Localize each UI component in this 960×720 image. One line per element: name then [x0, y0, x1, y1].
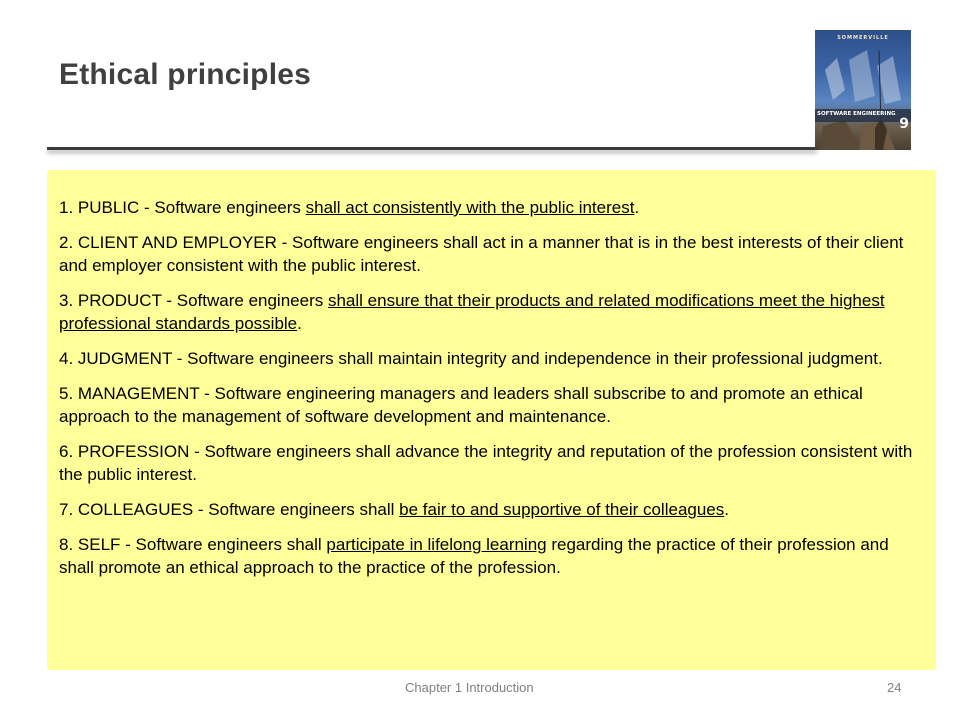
principle-text: 5. MANAGEMENT - Software engineering man… [59, 384, 863, 426]
principle-text: 3. PRODUCT - Software engineers [59, 291, 328, 310]
principle-text: 2. CLIENT AND EMPLOYER - Software engine… [59, 233, 904, 275]
principle-item-colleagues: 7. COLLEAGUES - Software engineers shall… [59, 498, 916, 521]
principle-underlined-text: shall act consistently with the public i… [305, 198, 635, 217]
book-edition: 9 [899, 116, 909, 132]
principle-text: 4. JUDGMENT - Software engineers shall m… [59, 349, 883, 368]
principle-item-profession: 6. PROFESSION - Software engineers shall… [59, 440, 916, 486]
principle-item-management: 5. MANAGEMENT - Software engineering man… [59, 382, 916, 428]
title-divider [47, 147, 817, 150]
book-cover-image: SOMMERVILLE SOFTWARE ENGINEERING 9 [815, 30, 911, 150]
footer-chapter-label: Chapter 1 Introduction [405, 680, 534, 695]
footer-page-number: 24 [887, 680, 902, 695]
principles-list: 1. PUBLIC - Software engineers shall act… [47, 170, 936, 579]
principle-text: 6. PROFESSION - Software engineers shall… [59, 442, 913, 484]
principle-tail-text: . [724, 500, 729, 519]
principle-item-product: 3. PRODUCT - Software engineers shall en… [59, 289, 916, 335]
principle-item-judgment: 4. JUDGMENT - Software engineers shall m… [59, 347, 916, 370]
book-author: SOMMERVILLE [837, 35, 889, 41]
principle-underlined-text: be fair to and supportive of their colle… [399, 500, 725, 519]
principle-tail-text: . [297, 314, 302, 333]
principle-underlined-text: participate in lifelong learning [326, 535, 547, 554]
principle-item-public: 1. PUBLIC - Software engineers shall act… [59, 196, 916, 219]
principle-item-self: 8. SELF - Software engineers shall parti… [59, 533, 916, 579]
principle-text: 8. SELF - Software engineers shall [59, 535, 327, 554]
principle-tail-text: . [634, 198, 640, 217]
principles-content-box: 1. PUBLIC - Software engineers shall act… [47, 170, 936, 670]
principle-item-client-employer: 2. CLIENT AND EMPLOYER - Software engine… [59, 231, 916, 277]
slide-title: Ethical principles [59, 58, 312, 91]
book-title: SOFTWARE ENGINEERING [817, 111, 896, 117]
principle-text: 7. COLLEAGUES - Software engineers shall [59, 500, 400, 519]
book-cover-art [819, 49, 901, 150]
principle-text: 1. PUBLIC - Software engineers [59, 198, 306, 217]
